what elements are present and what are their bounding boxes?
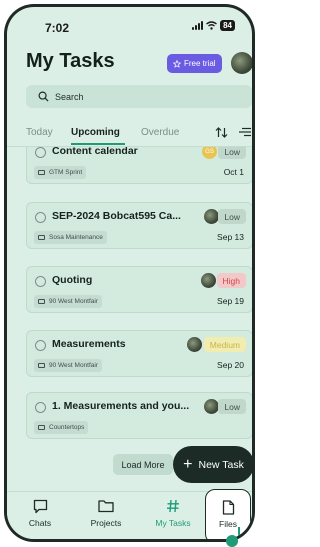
page-title: My Tasks: [26, 50, 115, 72]
tab-today[interactable]: Today: [26, 127, 53, 138]
task-card[interactable]: Quoting High 90 West Montfair Sep 19: [26, 266, 252, 313]
tab-overdue[interactable]: Overdue: [141, 127, 179, 138]
task-card[interactable]: Content calendar GS Low GTM Sprint Oct 1: [26, 147, 252, 184]
nav-item-files[interactable]: Files: [205, 489, 251, 539]
task-checkbox[interactable]: [35, 276, 46, 287]
task-date: Sep 13: [217, 232, 244, 242]
task-card[interactable]: SEP-2024 Bobcat595 Ca... Low Sosa Mainte…: [26, 202, 252, 249]
task-name: Measurements: [52, 338, 126, 350]
signal-icon: [192, 21, 204, 30]
project-name: 90 West Montfair: [49, 362, 99, 369]
plus-icon: +: [183, 455, 193, 473]
free-trial-label: Free trial: [184, 59, 216, 68]
nav-label: Projects: [90, 518, 122, 528]
nav-label: Chats: [28, 518, 52, 528]
project-name: Countertops: [49, 424, 85, 431]
priority-badge: Medium: [203, 337, 246, 352]
folder-icon: [38, 363, 45, 368]
project-tag: 90 West Montfair: [34, 295, 103, 308]
assignee-avatar: [204, 399, 219, 414]
task-list: Content calendar GS Low GTM Sprint Oct 1…: [7, 147, 252, 491]
tap-hint-line: [238, 527, 240, 539]
active-tab-indicator: [71, 143, 125, 145]
search-icon: [38, 91, 49, 102]
chat-icon: [33, 499, 47, 513]
task-checkbox[interactable]: [35, 147, 46, 158]
task-checkbox[interactable]: [35, 340, 46, 351]
priority-badge: Low: [218, 399, 246, 414]
nav-item-projects[interactable]: Projects: [81, 497, 131, 528]
project-tag: GTM Sprint: [34, 166, 87, 179]
task-card[interactable]: 1. Measurements and you... Low Counterto…: [26, 392, 252, 439]
project-name: GTM Sprint: [49, 169, 83, 176]
new-task-label: New Task: [198, 458, 244, 471]
priority-badge: High: [216, 273, 246, 288]
load-more-button[interactable]: Load More: [113, 454, 173, 475]
search-label: Search: [55, 91, 84, 102]
wifi-icon: [206, 21, 218, 30]
new-task-button[interactable]: + New Task: [173, 446, 252, 483]
app-screen: 7:02 84 My Tasks Free trial Search Today: [7, 7, 252, 539]
folder-icon: [38, 299, 45, 304]
file-icon: [222, 499, 234, 515]
tap-hint-dot: [226, 535, 238, 547]
nav-label: Files: [219, 519, 237, 529]
sort-icon[interactable]: [215, 127, 228, 138]
folder-icon: [38, 235, 45, 240]
battery-icon: 84: [220, 20, 235, 31]
task-name: SEP-2024 Bobcat595 Ca...: [52, 210, 181, 222]
status-time: 7:02: [45, 21, 70, 35]
folder-icon: [38, 425, 45, 430]
task-card[interactable]: Measurements Medium 90 West Montfair Sep…: [26, 330, 252, 377]
task-date: Sep 20: [217, 360, 244, 370]
project-name: Sosa Maintenance: [49, 234, 103, 241]
task-date: Sep 19: [217, 296, 244, 306]
priority-badge: Low: [218, 147, 246, 159]
task-tabs: Today Upcoming Overdue: [7, 115, 252, 147]
project-tag: Sosa Maintenance: [34, 231, 107, 244]
assignee-avatar: [204, 209, 219, 224]
folder-icon: [98, 500, 114, 513]
project-tag: Countertops: [34, 421, 89, 434]
nav-item-my-tasks[interactable]: My Tasks: [148, 497, 198, 528]
task-checkbox[interactable]: [35, 212, 46, 223]
task-name: 1. Measurements and you...: [52, 400, 190, 412]
tab-upcoming[interactable]: Upcoming: [71, 127, 120, 138]
task-date: Oct 1: [223, 167, 244, 177]
search-bar[interactable]: Search: [26, 85, 252, 108]
assignee-avatar: [187, 337, 202, 352]
folder-icon: [38, 170, 45, 175]
priority-badge: Low: [218, 209, 246, 224]
project-tag: 90 West Montfair: [34, 359, 103, 372]
assignee-avatar: [201, 273, 216, 288]
star-icon: [173, 59, 181, 68]
project-name: 90 West Montfair: [49, 298, 99, 305]
free-trial-button[interactable]: Free trial: [167, 54, 222, 73]
task-checkbox[interactable]: [35, 402, 46, 413]
nav-label: My Tasks: [155, 518, 191, 528]
hash-icon: [167, 499, 179, 513]
status-indicators: 84: [192, 20, 235, 31]
bottom-nav: Chats Projects My Tasks Files: [7, 489, 252, 539]
task-name: Quoting: [52, 274, 93, 286]
profile-avatar[interactable]: [231, 52, 252, 74]
task-name: Content calendar: [52, 147, 138, 157]
filter-icon[interactable]: [239, 127, 251, 137]
nav-item-chats[interactable]: Chats: [15, 497, 65, 528]
phone-frame: 7:02 84 My Tasks Free trial Search Today: [4, 4, 255, 542]
assignee-avatar: GS: [202, 147, 217, 159]
status-bar: 7:02 84: [7, 7, 252, 43]
